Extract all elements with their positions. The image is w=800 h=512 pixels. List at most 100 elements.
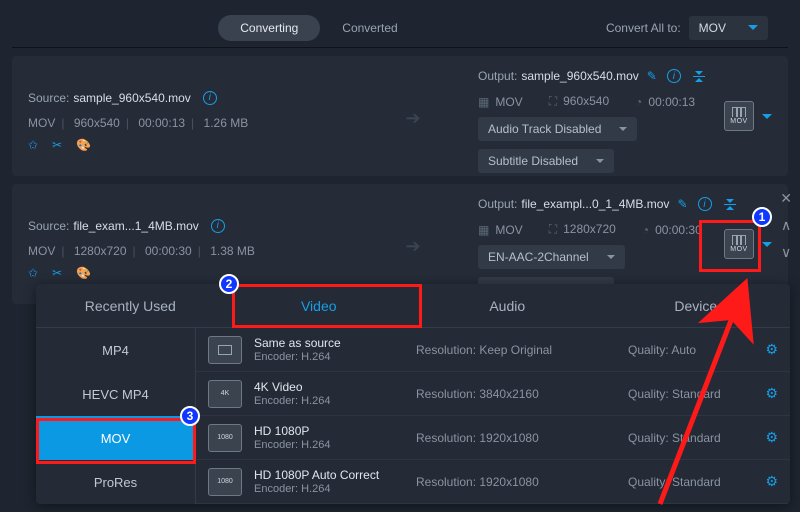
source-label: Source: <box>28 91 69 105</box>
annotation-marker-2: 2 <box>219 274 239 294</box>
output-format-thumb[interactable]: MOV <box>724 229 754 259</box>
source-label: Source: <box>28 219 69 233</box>
source-meta: MOV| 960x540| 00:00:13| 1.26 MB <box>28 116 348 130</box>
preset-quality: Quality: Standard <box>628 387 753 401</box>
audio-track-dropdown[interactable]: Audio Track Disabled <box>478 117 637 141</box>
format-preset-panel: Recently Used Video Audio Device MP4 HEV… <box>36 284 790 504</box>
gear-icon[interactable]: ⚙ <box>765 429 778 446</box>
info-icon[interactable]: i <box>203 91 217 105</box>
tab-device[interactable]: Device <box>602 284 791 327</box>
preset-list: Same as sourceEncoder: H.264Resolution: … <box>196 328 790 504</box>
convert-all-to: Convert All to: MOV <box>606 16 768 40</box>
effects-icon[interactable]: ✩ <box>28 138 38 152</box>
tab-audio[interactable]: Audio <box>413 284 602 327</box>
preset-quality: Quality: Standard <box>628 475 753 489</box>
palette-icon[interactable]: 🎨 <box>76 266 91 280</box>
format-list: MP4 HEVC MP4 MOV ProRes <box>36 328 196 504</box>
file-card: Source: sample_960x540.mov i MOV| 960x54… <box>12 56 788 176</box>
preset-name: 4K Video <box>254 380 404 394</box>
top-bar: Converting Converted Convert All to: MOV <box>12 8 788 48</box>
compress-icon[interactable] <box>691 71 707 82</box>
out-duration: 00:00:13 <box>648 95 695 109</box>
edit-name-icon[interactable]: ✎ <box>647 69 657 83</box>
info-icon[interactable]: i <box>211 219 225 233</box>
convert-all-label: Convert All to: <box>606 21 681 35</box>
src-format: MOV <box>28 116 55 130</box>
out-resolution: 960x540 <box>563 94 609 108</box>
edit-tools: ✩ ✂ 🎨 <box>28 266 348 280</box>
preset-thumb <box>208 336 242 364</box>
chevron-down-icon <box>748 25 758 30</box>
src-duration: 00:00:30 <box>145 244 192 258</box>
source-meta: MOV| 1280x720| 00:00:30| 1.38 MB <box>28 244 348 258</box>
preset-name: HD 1080P <box>254 424 404 438</box>
expand-icon: ⛶ <box>549 94 557 108</box>
compress-icon[interactable] <box>722 199 738 210</box>
trim-icon[interactable]: ✂ <box>52 266 62 280</box>
edit-tools: ✩ ✂ 🎨 <box>28 138 348 152</box>
out-duration: 00:00:30 <box>655 223 702 237</box>
output-filename: file_exampl...0_1_4MB.mov <box>521 197 669 211</box>
close-icon[interactable]: ✕ <box>780 190 792 207</box>
effects-icon[interactable]: ✩ <box>28 266 38 280</box>
output-format-thumb[interactable]: MOV <box>724 101 754 131</box>
preset-resolution: Resolution: Keep Original <box>416 343 616 357</box>
format-item-prores[interactable]: ProRes <box>36 460 195 504</box>
gear-icon[interactable]: ⚙ <box>765 385 778 402</box>
preset-name: HD 1080P Auto Correct <box>254 468 404 482</box>
preset-category-tabs: Recently Used Video Audio Device <box>36 284 790 328</box>
output-label: Output: <box>478 69 517 83</box>
preset-encoder: Encoder: H.264 <box>254 439 404 451</box>
subtitle-dropdown[interactable]: Subtitle Disabled <box>478 149 614 173</box>
gear-icon[interactable]: ⚙ <box>765 341 778 358</box>
palette-icon[interactable]: 🎨 <box>76 138 91 152</box>
subtitle-value: Subtitle Disabled <box>488 154 578 168</box>
format-dropdown-trigger[interactable] <box>762 242 772 247</box>
film-icon: ▦ <box>478 223 489 237</box>
audio-track-value: Audio Track Disabled <box>488 122 601 136</box>
src-size: 1.38 MB <box>210 244 255 258</box>
gear-icon[interactable]: ⚙ <box>765 473 778 490</box>
source-row: Source: file_exam...1_4MB.mov i <box>28 214 348 238</box>
move-down-icon[interactable]: ∨ <box>781 244 791 261</box>
src-duration: 00:00:13 <box>138 116 185 130</box>
move-up-icon[interactable]: ∧ <box>781 217 791 234</box>
format-item-mp4[interactable]: MP4 <box>36 328 195 372</box>
tab-recently-used[interactable]: Recently Used <box>36 284 225 327</box>
output-row: Output: file_exampl...0_1_4MB.mov ✎ i <box>478 192 772 216</box>
preset-thumb: 4K <box>208 380 242 408</box>
preset-row[interactable]: 1080HD 1080P Auto CorrectEncoder: H.264R… <box>196 460 790 504</box>
tab-converting[interactable]: Converting <box>218 15 320 41</box>
preset-name: Same as source <box>254 336 404 350</box>
output-label: Output: <box>478 197 517 211</box>
audio-track-dropdown[interactable]: EN-AAC-2Channel <box>478 245 625 269</box>
preset-encoder: Encoder: H.264 <box>254 351 404 363</box>
preset-encoder: Encoder: H.264 <box>254 395 404 407</box>
convert-all-format-dropdown[interactable]: MOV <box>689 16 768 40</box>
clock-icon: ◔ <box>635 95 642 109</box>
output-info-icon[interactable]: i <box>698 197 712 211</box>
edit-name-icon[interactable]: ✎ <box>677 197 687 211</box>
output-info-icon[interactable]: i <box>667 69 681 83</box>
preset-thumb: 1080 <box>208 424 242 452</box>
preset-row[interactable]: Same as sourceEncoder: H.264 Resolution: … <box>196 328 790 372</box>
format-item-mov[interactable]: MOV <box>36 416 195 460</box>
format-dropdown-trigger[interactable] <box>762 114 772 119</box>
preset-row[interactable]: 4K 4K VideoEncoder: H.264 Resolution: 3840… <box>196 372 790 416</box>
source-filename: file_exam...1_4MB.mov <box>73 219 198 233</box>
src-resolution: 960x540 <box>74 116 120 130</box>
src-size: 1.26 MB <box>204 116 249 130</box>
preset-quality: Quality: Auto <box>628 343 753 357</box>
preset-thumb: 1080 <box>208 468 242 496</box>
tab-video[interactable]: Video <box>225 284 414 327</box>
convert-all-format-value: MOV <box>699 21 726 35</box>
preset-resolution: Resolution: 3840x2160 <box>416 387 616 401</box>
trim-icon[interactable]: ✂ <box>52 138 62 152</box>
annotation-marker-1: 1 <box>752 207 772 227</box>
tab-converted[interactable]: Converted <box>320 15 419 41</box>
arrow-right-icon: ➔ <box>400 108 426 129</box>
format-item-hevc-mp4[interactable]: HEVC MP4 <box>36 372 195 416</box>
preset-resolution: Resolution: 1920x1080 <box>416 475 616 489</box>
output-filename: sample_960x540.mov <box>521 69 638 83</box>
preset-row[interactable]: 1080HD 1080PEncoder: H.264Resolution: 19… <box>196 416 790 460</box>
